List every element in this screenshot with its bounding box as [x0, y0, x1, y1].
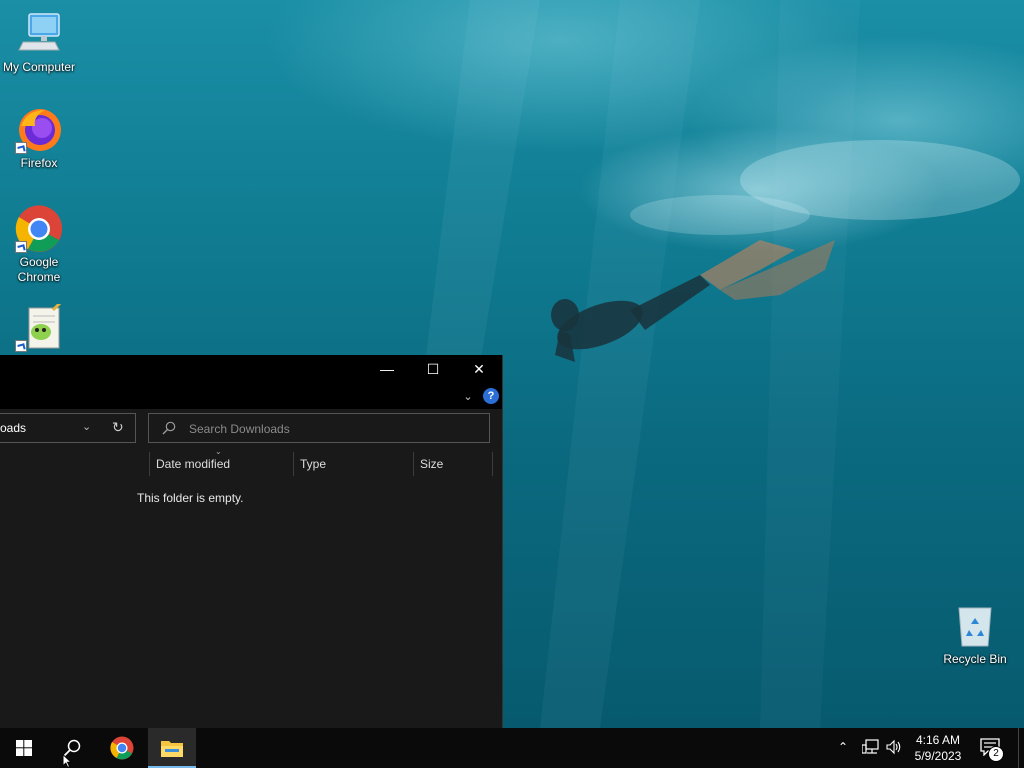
taskbar-clock[interactable]: 4:16 AM 5/9/2023: [908, 732, 968, 764]
action-center-button[interactable]: 2: [978, 736, 1006, 762]
address-bar[interactable]: oads ⌄ ↻: [0, 413, 136, 443]
chrome-icon: [15, 205, 63, 253]
desktop-icon-label: Firefox: [20, 156, 58, 170]
notification-count-badge: 2: [988, 746, 1004, 762]
taskbar: ⌃ 4:16 AM 5/9/2023 2: [0, 728, 1024, 768]
windows-start-icon: [16, 740, 32, 756]
file-explorer-icon: [161, 741, 183, 757]
address-dropdown-chevron-icon[interactable]: ⌄: [82, 420, 91, 433]
show-desktop-button[interactable]: [1018, 728, 1024, 768]
shortcut-arrow-icon: [15, 241, 27, 253]
show-hidden-icons-chevron-icon[interactable]: ⌃: [838, 740, 848, 754]
help-icon: ?: [487, 390, 495, 402]
title-bar[interactable]: — ☐ ✕: [0, 355, 502, 383]
column-header-size[interactable]: Size: [413, 452, 493, 476]
desktop-icon-label: My Computer: [2, 60, 76, 74]
start-button[interactable]: [0, 728, 48, 768]
chevron-down-icon: ⌄: [463, 390, 473, 403]
close-button[interactable]: ✕: [456, 355, 502, 383]
network-icon[interactable]: [861, 739, 880, 760]
shortcut-arrow-icon: [15, 142, 27, 154]
desktop-icon-my-computer[interactable]: My Computer: [1, 10, 77, 75]
search-input[interactable]: [187, 419, 481, 439]
computer-icon: [15, 10, 63, 58]
ribbon-bar: ⌄ ?: [0, 383, 502, 409]
desktop-icon-notepad-plus-plus[interactable]: [1, 300, 77, 354]
refresh-icon[interactable]: ↻: [112, 419, 124, 436]
column-header-date-modified[interactable]: Date modified: [149, 452, 293, 476]
help-button[interactable]: ?: [483, 388, 499, 404]
clock-time: 4:16 AM: [915, 733, 961, 747]
address-path: oads: [0, 421, 27, 435]
empty-folder-message: This folder is empty.: [137, 491, 244, 505]
clock-date: 5/9/2023: [914, 749, 962, 763]
expand-ribbon-button[interactable]: ⌄: [460, 386, 476, 406]
close-icon: ✕: [473, 360, 485, 377]
volume-icon[interactable]: [886, 739, 902, 760]
maximize-icon: ☐: [426, 360, 440, 377]
desktop-icon-label: Recycle Bin: [943, 652, 1007, 666]
file-explorer-window[interactable]: — ☐ ✕ ⌄ ? oads ⌄ ↻ ⌄ Date modified: [0, 355, 503, 728]
desktop-icon-label: Google Chrome: [17, 255, 61, 284]
recycle-bin-icon: [951, 602, 999, 650]
column-header-type[interactable]: Type: [293, 452, 413, 476]
desktop-icon-google-chrome[interactable]: Google Chrome: [1, 205, 77, 285]
mouse-cursor-icon: [62, 754, 72, 768]
notepad-plus-plus-icon: [15, 300, 63, 352]
search-box[interactable]: [148, 413, 490, 443]
desktop-icon-firefox[interactable]: Firefox: [1, 106, 77, 171]
minimize-icon: —: [380, 361, 394, 377]
minimize-button[interactable]: —: [364, 355, 410, 383]
taskbar-file-explorer-button[interactable]: [148, 728, 196, 768]
maximize-button[interactable]: ☐: [410, 355, 456, 383]
search-icon: [162, 421, 176, 440]
taskbar-chrome-button[interactable]: [98, 728, 146, 768]
firefox-icon: [15, 106, 63, 154]
desktop-icon-recycle-bin[interactable]: Recycle Bin: [937, 602, 1013, 667]
chrome-icon: [110, 736, 134, 760]
shortcut-arrow-icon: [15, 340, 27, 352]
